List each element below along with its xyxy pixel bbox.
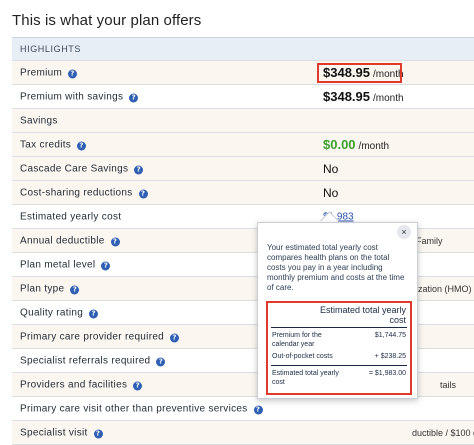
info-icon[interactable]: ? <box>68 69 78 78</box>
info-icon[interactable]: ? <box>70 285 80 294</box>
tax-credits-label: Tax credits <box>20 139 72 150</box>
estimated-yearly-cost-label: Estimated yearly cost <box>20 211 122 222</box>
highlights-header-row: HIGHLIGHTS <box>12 37 474 61</box>
premium-with-savings-label: Premium with savings <box>20 91 124 102</box>
primary-care-provider-label: Primary care provider required <box>20 331 165 342</box>
page-title: This is what your plan offers <box>12 12 202 29</box>
info-icon[interactable]: ? <box>110 237 120 246</box>
premium-label: Premium <box>20 67 63 78</box>
annual-deductible-partial-value: Family <box>416 235 443 246</box>
cascade-care-savings-label: Cascade Care Savings <box>20 163 129 174</box>
savings-label: Savings <box>20 115 58 126</box>
tax-credits-value: $0.00/month <box>323 136 389 154</box>
tax-credits-amount: $0.00 <box>323 136 356 152</box>
annual-deductible-label: Annual deductible <box>20 235 105 246</box>
cascade-care-savings-row: Cascade Care Savings? No <box>12 157 474 181</box>
cost-breakdown-box: Estimated total yearly cost Premium for … <box>266 301 412 395</box>
premium-with-savings-value: $348.95/month <box>323 88 404 106</box>
providers-facilities-label: Providers and facilities <box>20 379 128 390</box>
estimated-total-label: Estimated total yearly cost <box>272 370 339 386</box>
plan-type-label: Plan type <box>20 283 65 294</box>
specialist-visit-partial-value: ductible / $100 co <box>412 427 474 438</box>
primary-care-visit-row: Primary care visit other than preventive… <box>12 397 474 421</box>
tax-credits-unit: /month <box>358 140 390 152</box>
savings-row: Savings <box>12 109 474 133</box>
out-of-pocket-amount: + $238.25 <box>374 353 406 360</box>
premium-with-savings-unit: /month <box>373 92 404 104</box>
cascade-care-savings-value: No <box>323 161 339 176</box>
premium-calendar-year-label: Premium for the calendar year <box>272 332 322 348</box>
info-icon[interactable]: ? <box>253 405 263 414</box>
specialist-referrals-label: Specialist referrals required <box>20 355 151 366</box>
premium-row: Premium? $348.95/month <box>12 61 474 85</box>
cost-sharing-row: Cost-sharing reductions? No <box>12 181 474 205</box>
info-icon[interactable]: ? <box>170 333 180 342</box>
info-icon[interactable]: ? <box>134 165 144 174</box>
breakdown-divider <box>271 327 407 328</box>
cost-sharing-label: Cost-sharing reductions <box>20 187 133 198</box>
premium-calendar-year-amount: $1,744.75 <box>374 332 406 339</box>
plan-type-partial-value: ization (HMO) <box>416 283 472 294</box>
info-icon[interactable]: ? <box>156 357 166 366</box>
estimated-total-amount: = $1,983.00 <box>368 370 406 377</box>
breakdown-total-divider <box>271 365 407 366</box>
premium-highlight-box <box>317 63 402 83</box>
specialist-visit-row: Specialist visit? ductible / $100 co <box>12 421 474 445</box>
info-icon[interactable]: ? <box>89 309 99 318</box>
breakdown-title: Estimated total yearly cost <box>319 305 406 325</box>
estimated-cost-popup: × Your estimated total yearly cost compa… <box>257 222 418 399</box>
premium-with-savings-amount: $348.95 <box>323 88 370 104</box>
highlights-header: HIGHLIGHTS <box>20 44 82 54</box>
specialist-visit-label: Specialist visit <box>20 427 88 438</box>
providers-facilities-partial-value: tails <box>440 379 457 390</box>
popup-description: Your estimated total yearly cost compare… <box>267 243 405 292</box>
premium-with-savings-row: Premium with savings? $348.95/month <box>12 85 474 109</box>
tax-credits-row: Tax credits? $0.00/month <box>12 133 474 157</box>
info-icon[interactable]: ? <box>129 93 139 102</box>
quality-rating-label: Quality rating <box>20 307 84 318</box>
info-icon[interactable]: ? <box>77 141 87 150</box>
info-icon[interactable]: ? <box>101 261 111 270</box>
info-icon[interactable]: ? <box>138 189 148 198</box>
close-icon[interactable]: × <box>397 225 411 239</box>
plan-metal-level-label: Plan metal level <box>20 259 96 270</box>
cost-sharing-value: No <box>323 185 339 200</box>
primary-care-visit-label: Primary care visit other than preventive… <box>20 403 248 414</box>
info-icon[interactable]: ? <box>93 429 103 438</box>
info-icon[interactable]: ? <box>133 381 143 390</box>
out-of-pocket-label: Out-of-pocket costs <box>272 353 333 360</box>
